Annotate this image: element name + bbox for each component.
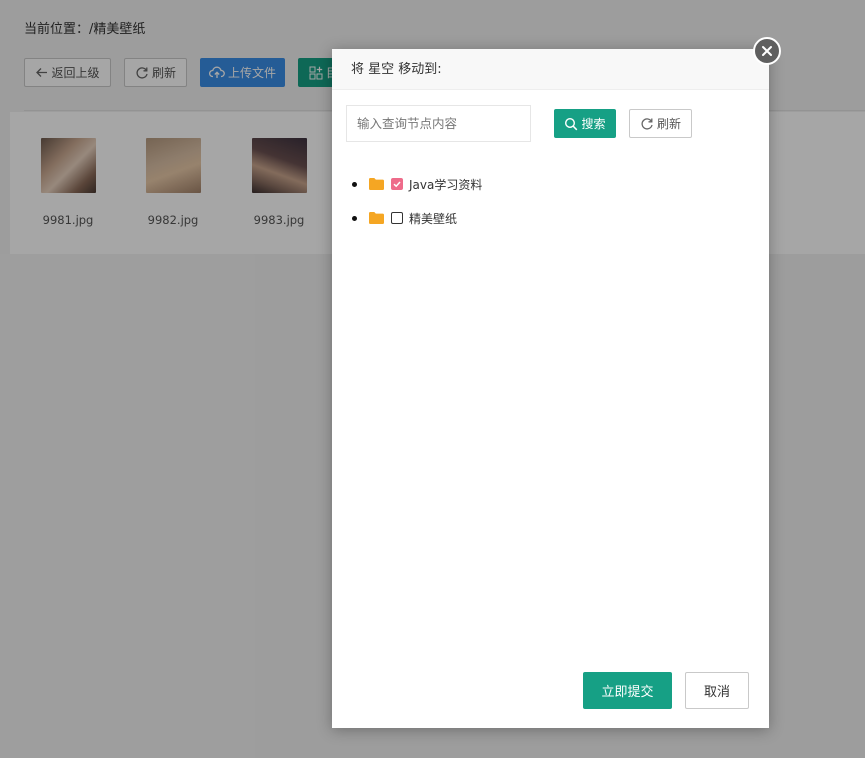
tree-node-wallpaper[interactable]: 精美壁纸 [352,201,482,235]
search-button-label: 搜索 [581,117,606,131]
bullet [352,181,357,187]
search-icon [565,117,578,130]
close-button[interactable] [753,37,781,65]
move-dialog: 将 星空 移动到: 搜索 刷新 Java学习资料 精美壁纸 立即提交 取消 [332,37,781,728]
cancel-button[interactable]: 取消 [685,672,749,709]
bullet [352,215,357,221]
tree-node-label: 精美壁纸 [409,211,458,226]
submit-button[interactable]: 立即提交 [583,672,672,709]
tree-node-java[interactable]: Java学习资料 [352,167,482,201]
tree-refresh-button[interactable]: 刷新 [629,109,692,138]
checkbox-icon[interactable] [391,178,403,190]
checkbox-icon[interactable] [391,212,403,224]
search-button[interactable]: 搜索 [554,109,616,138]
tree-node-label: Java学习资料 [409,177,483,192]
folder-tree: Java学习资料 精美壁纸 [352,167,482,235]
refresh-icon [641,117,653,130]
search-input[interactable] [346,105,531,142]
close-icon [762,46,772,56]
folder-icon [369,212,384,224]
dialog-title: 将 星空 移动到: [332,49,769,90]
tree-refresh-label: 刷新 [656,117,681,131]
folder-icon [369,178,384,190]
